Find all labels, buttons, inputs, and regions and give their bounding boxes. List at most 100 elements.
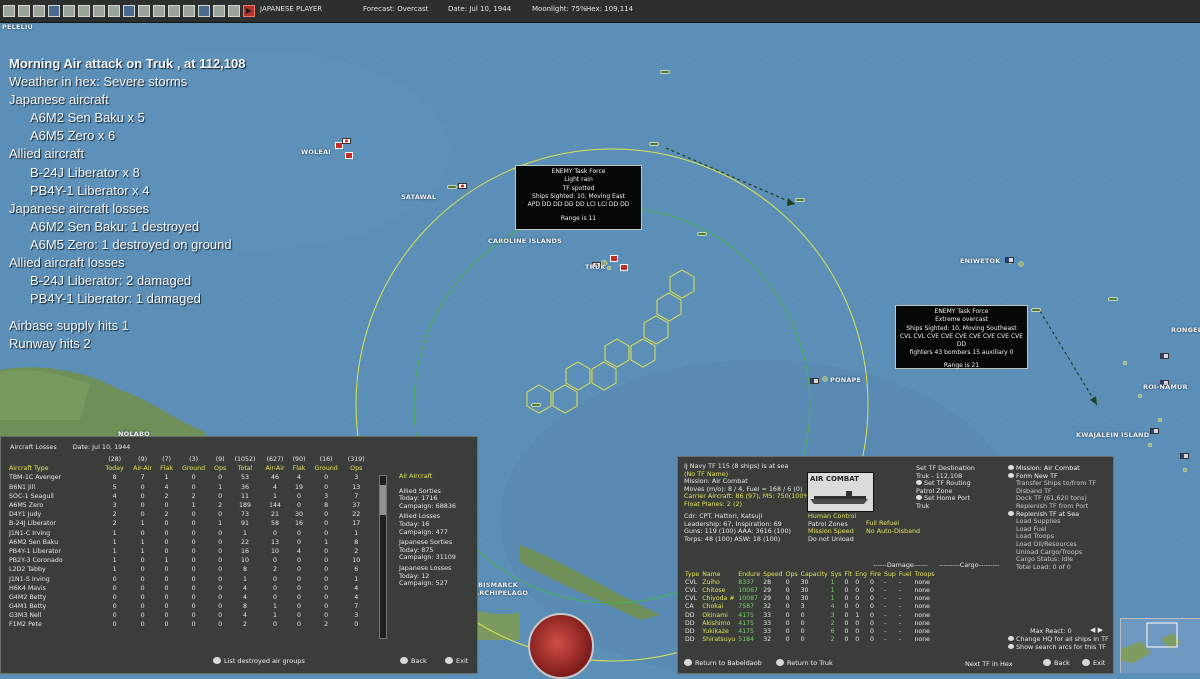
table-row-cell: CVL (685, 595, 698, 603)
table-row-cell: none (914, 627, 930, 635)
air-icon[interactable] (63, 5, 75, 17)
ship-header-row[interactable]: Type Name Endure Speed Ops Capacity Sys Flt Eng F… (685, 570, 937, 578)
summary-all[interactable]: All Aircraft (399, 472, 473, 481)
task-force-icon[interactable] (649, 142, 659, 146)
tf-info-line[interactable]: Float Planes: 2 (2) (684, 500, 804, 509)
table-row[interactable]: TBM-1C Avenger 8 7 1 0 0 53 46 4 0 3 (9, 473, 369, 482)
ground-icon[interactable] (78, 5, 90, 17)
table-row-cell: 1 (830, 586, 835, 594)
file-icon[interactable] (18, 5, 30, 17)
table-row[interactable]: PB2Y-3 Coronado 1 0 1 0 0 10 0 0 0 10 (9, 556, 369, 565)
return-babeldaob-button[interactable]: Return to Babeldaob (684, 659, 762, 667)
table-row-cell: 4175 (738, 627, 755, 635)
minimap[interactable] (1120, 618, 1200, 673)
table-row-cell: Chokai (702, 603, 724, 611)
help-icon[interactable] (228, 5, 240, 17)
zoom-icon[interactable] (213, 5, 225, 17)
table-row-cell: 0 (324, 529, 329, 537)
losses-date: Date: Jul 10, 1944 (72, 443, 131, 451)
base-icon[interactable] (48, 5, 60, 17)
filter-icon[interactable] (168, 5, 180, 17)
save-icon[interactable] (3, 5, 15, 17)
table-row[interactable]: B6N1 Jill 5 0 4 0 1 36 4 19 0 13 (9, 483, 369, 492)
table-row[interactable]: G3M3 Nell 0 0 0 0 0 4 1 0 0 3 (9, 611, 369, 620)
map-icon[interactable] (138, 5, 150, 17)
table-row-cell: - (884, 636, 887, 644)
react-arrows-icon[interactable]: ◀ ▶ (1090, 626, 1103, 635)
table-row-cell: 1 (140, 520, 145, 528)
task-force-icon[interactable] (1031, 308, 1041, 312)
task-force-icon[interactable] (447, 185, 457, 189)
table-row-cell: 37 (352, 502, 361, 510)
table-row[interactable]: A6M2 Sen Baku 1 1 0 0 0 22 13 0 1 8 (9, 538, 369, 547)
table-row[interactable]: PB4Y-1 Liberator 1 1 0 0 0 16 10 4 0 2 (9, 547, 369, 556)
losses-header-row[interactable]: Aircraft Type Today Air-Air Flak Ground Ops To… (9, 464, 369, 473)
table-row[interactable]: F1M2 Pete 0 0 0 0 0 2 0 0 2 0 (9, 620, 369, 629)
tf1-line: APD DD DD DD DD LCI LCI DD DD (527, 201, 630, 209)
arrow-icon (213, 657, 221, 664)
table-row[interactable]: J1N1-C Irving 1 0 0 0 0 1 0 0 0 1 (9, 529, 369, 538)
table-row[interactable]: G4M2 Betty 0 0 0 0 0 4 0 0 0 4 (9, 593, 369, 602)
losses-summary: All Aircraft Allied Sorties Today: 1716 … (399, 472, 473, 588)
table-row[interactable]: CVL Zuiho 8337 28 0 30 1 0 0 0- - none (685, 578, 937, 586)
table-row[interactable]: DD Akishimo 4175 33 0 0 2 0 0 0- - none (685, 619, 937, 627)
task-force-icon[interactable] (697, 232, 707, 236)
us-flag-icon (1160, 353, 1169, 359)
combat-report: Morning Air attack on Truk , at 112,108 … (9, 55, 245, 354)
table-row-cell: 3 (112, 502, 117, 510)
tf-command-item[interactable]: Total Load: 0 of 0 (1008, 563, 1096, 572)
table-row-cell: 8337 (738, 578, 755, 586)
table-row-cell: 0 (324, 575, 329, 583)
table-row-cell: 0 (218, 557, 223, 565)
air-unit-icon[interactable] (620, 264, 628, 271)
do-not-unload-toggle[interactable]: Do not Unload (808, 535, 856, 544)
table-row[interactable]: SOC-1 Seagull 4 0 2 2 0 11 1 0 3 7 (9, 492, 369, 501)
table-row-cell: 5 (112, 483, 117, 491)
task-force-icon[interactable] (1108, 297, 1118, 301)
show-search-arcs-button[interactable]: Show search arcs for this TF (1008, 643, 1106, 652)
weather-icon[interactable] (183, 5, 195, 17)
table-row[interactable]: A6M5 Zero 3 0 0 1 2 189 144 0 8 37 (9, 501, 369, 510)
target-icon[interactable] (153, 5, 165, 17)
table-row-cell: 2 (243, 621, 248, 629)
end-turn-icon[interactable]: ▶ (243, 5, 255, 17)
end-turn-roundel-icon[interactable] (528, 613, 594, 679)
table-row[interactable]: CA Chokai 7587 32 0 3 4 0 0 0- - none (685, 603, 937, 611)
table-row-cell: Chiyoda # (702, 595, 735, 603)
table-row-cell: 0 (785, 619, 790, 627)
tf-back-button[interactable]: Back (1043, 659, 1070, 667)
air-unit-icon[interactable] (610, 255, 618, 262)
scroll-thumb[interactable] (380, 485, 386, 515)
grid-icon[interactable] (198, 5, 210, 17)
table-row[interactable]: CVL Chitose 10067 29 0 30 1 0 0 0- - none (685, 586, 937, 594)
losses-scrollbar[interactable] (379, 475, 387, 639)
losses-header-row-cell: Flak (160, 465, 173, 473)
intel-icon[interactable] (93, 5, 105, 17)
task-force-icon[interactable] (531, 403, 541, 407)
back-button[interactable]: Back (400, 657, 427, 665)
table-row[interactable]: CVL Chiyoda #10087 29 0 30 1 0 0 0- - none (685, 595, 937, 603)
table-row[interactable]: H6K4 Mavis 0 0 0 0 0 4 0 0 0 4 (9, 584, 369, 593)
table-row-cell: J1N1-S Irving (9, 575, 50, 583)
report-icon[interactable] (108, 5, 120, 17)
return-truk-button[interactable]: Return to Truk (776, 659, 833, 667)
table-row[interactable]: J1N1-S Irving 0 0 0 0 0 1 0 0 0 1 (9, 574, 369, 583)
table-row[interactable]: L2D2 Tabby 1 0 0 0 0 8 2 0 0 6 (9, 565, 369, 574)
table-row[interactable]: G4M1 Betty 0 0 0 0 0 8 1 0 0 7 (9, 602, 369, 611)
task-force-icon[interactable] (795, 198, 805, 202)
air-unit-icon[interactable] (345, 152, 353, 159)
tf-exit-button[interactable]: Exit (1082, 659, 1105, 667)
table-row-cell: 8 (243, 603, 248, 611)
fleet-icon[interactable] (33, 5, 45, 17)
exit-button[interactable]: Exit (445, 657, 468, 665)
table-row[interactable]: B-24J Liberator 2 1 0 0 1 91 58 16 0 17 (9, 519, 369, 528)
task-force-icon[interactable] (660, 70, 670, 74)
next-tf-button[interactable]: Next TF in Hex (965, 660, 1013, 668)
no-auto-disband-toggle[interactable]: No Auto-Disband (866, 527, 920, 536)
ship-icon[interactable] (123, 5, 135, 17)
table-row[interactable]: DD Yukikaze 4175 33 0 0 6 0 0 0- - none (685, 627, 937, 635)
table-row[interactable]: DD Shiratsuyu 5184 32 0 0 2 0 0 0- - none (685, 636, 937, 644)
table-row[interactable]: D4Y1 Judy 2 0 2 0 0 73 21 30 0 22 (9, 510, 369, 519)
table-row[interactable]: DD Okinami 4175 33 0 0 3 0 1 0- - none (685, 611, 937, 619)
list-destroyed-button[interactable]: List destroyed air groups (213, 657, 305, 665)
